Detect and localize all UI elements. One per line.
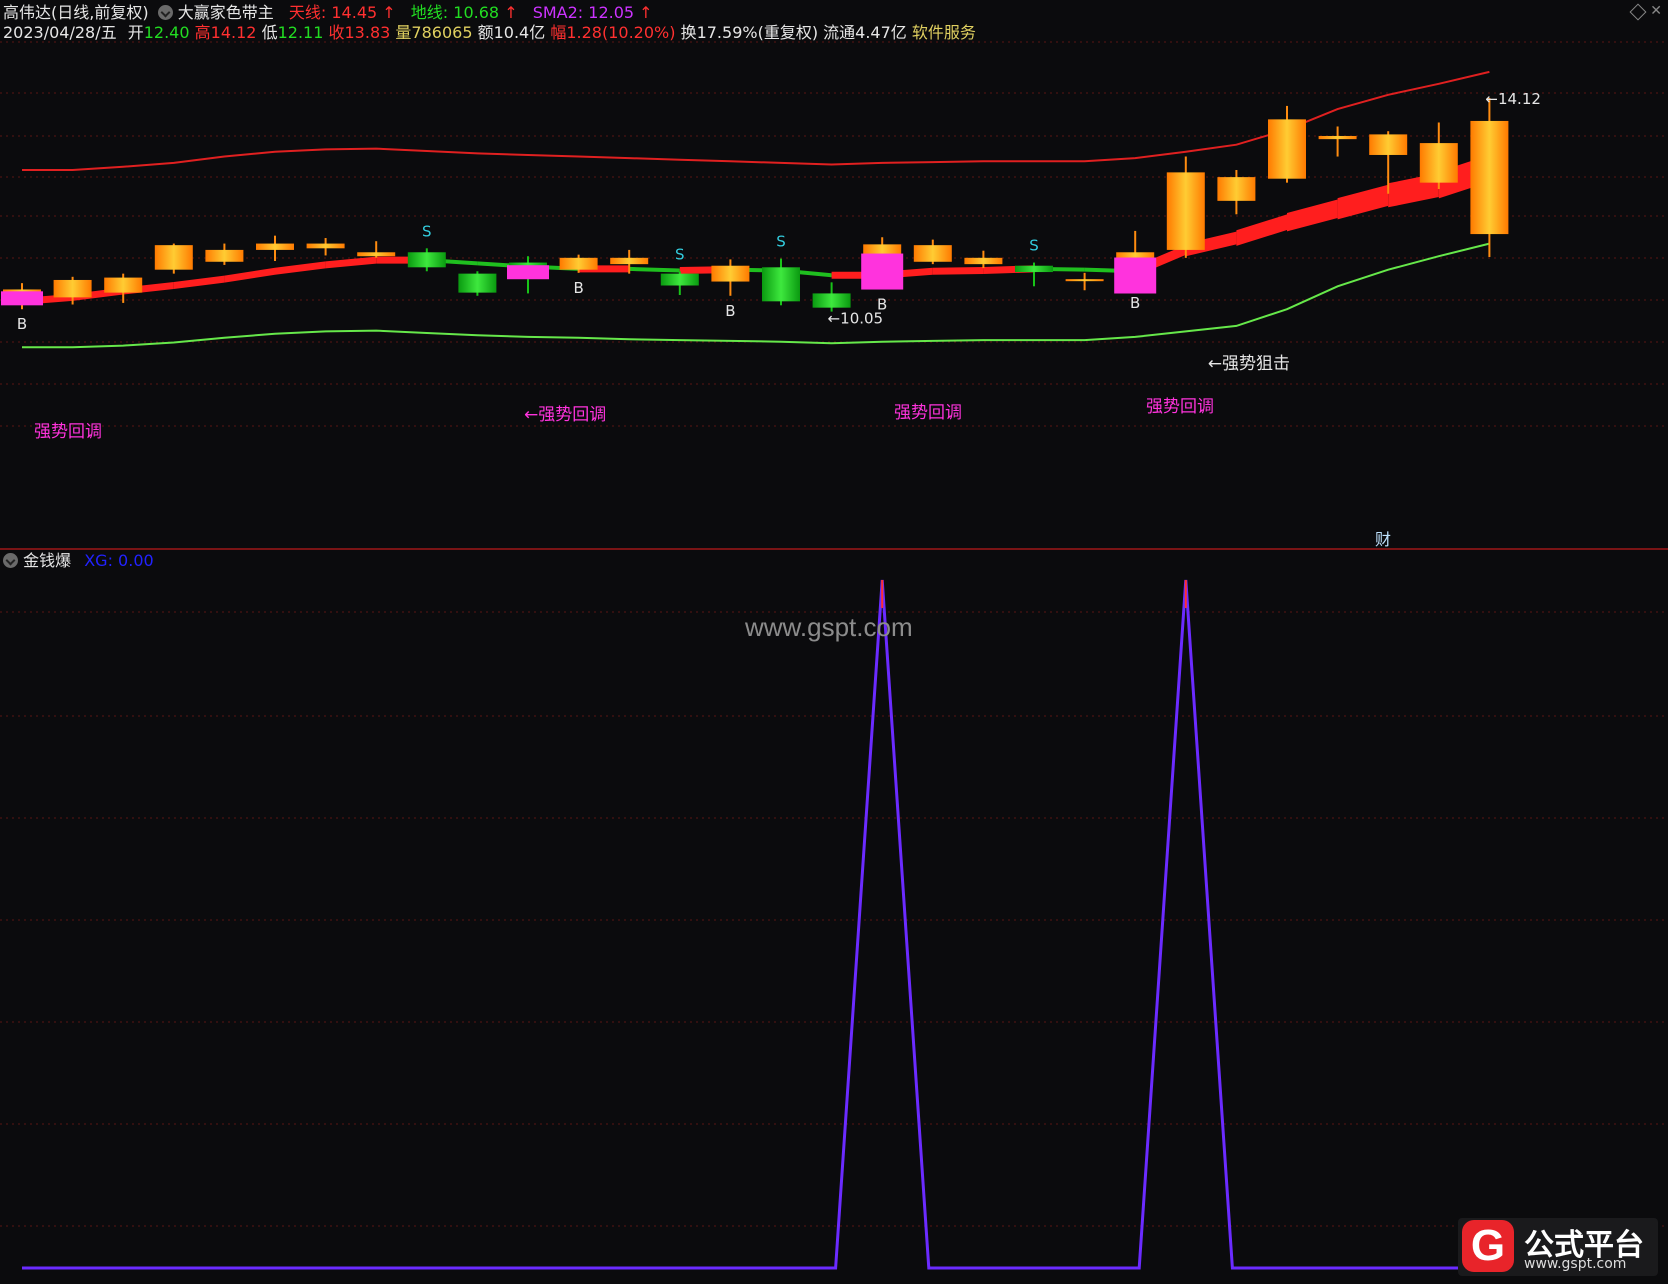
up-arrow-icon: ↑ xyxy=(639,3,653,22)
chart-annotation: 强势回调 xyxy=(34,422,102,442)
chart-annotation: 财 xyxy=(1375,530,1391,549)
dropdown-icon[interactable] xyxy=(3,553,18,568)
high-value: 14.12 xyxy=(210,23,257,42)
up-arrow-icon: ↑ xyxy=(504,3,518,22)
chart-annotation: S xyxy=(1029,237,1039,255)
chart-annotation: ←强势狙击 xyxy=(1208,354,1290,374)
candle-body xyxy=(1369,134,1408,155)
indicator-header: 金钱爆 XG: 0.00 xyxy=(3,551,154,571)
volume-value: 786065 xyxy=(411,23,473,42)
range-label: 幅 xyxy=(550,23,567,42)
stock-title: 高伟达(日线,前复权) xyxy=(3,3,149,22)
candle-body xyxy=(1470,120,1509,235)
sma2-ribbon-segment xyxy=(173,275,225,290)
chart-annotation: 强势回调 xyxy=(1146,397,1214,417)
candle-body xyxy=(711,265,750,282)
turnover-value: 换17.59%(重复权) xyxy=(680,23,819,42)
candle-body xyxy=(104,277,143,293)
candle-body xyxy=(1268,119,1306,179)
sma2-label: SMA2: xyxy=(532,3,584,22)
sma2-ribbon-segment xyxy=(325,256,377,269)
candle-body xyxy=(660,273,699,286)
chart-annotation: ←14.12 xyxy=(1485,90,1541,108)
sma2-ribbon-segment xyxy=(932,266,984,275)
close-icon[interactable]: ✕ xyxy=(1650,3,1662,19)
tianxian-label: 天线: xyxy=(288,3,327,22)
indicator-title: 金钱爆 xyxy=(23,551,72,570)
signal-box xyxy=(1,291,43,306)
candle-body xyxy=(1419,143,1458,183)
open-value: 12.40 xyxy=(143,23,190,42)
sma2-ribbon-segment xyxy=(275,261,326,275)
candle-body xyxy=(812,293,851,308)
chart-annotation: ←强势回调 xyxy=(524,405,606,425)
site-logo: G 公式平台 www.gspt.com xyxy=(1458,1218,1658,1276)
chart-annotation: B xyxy=(1130,294,1140,312)
chart-annotation: S xyxy=(675,245,685,263)
chart-annotation: S xyxy=(776,233,786,251)
chart-annotation: B xyxy=(725,302,735,320)
tianxian-value: 14.45 xyxy=(331,3,378,22)
sma2-ribbon-segment xyxy=(1337,184,1389,220)
chart-annotation: B xyxy=(17,315,27,333)
high-label: 高 xyxy=(194,23,211,42)
dixian-value: 10.68 xyxy=(453,3,500,22)
watermark: www.gspt.com xyxy=(745,612,913,642)
candle-body xyxy=(610,257,649,265)
logo-mark: G xyxy=(1462,1220,1514,1272)
low-value: 12.11 xyxy=(277,23,324,42)
candle-body xyxy=(53,279,92,298)
low-label: 低 xyxy=(261,23,278,42)
indicator-name: 大赢家色带主 xyxy=(177,3,274,22)
industry-value: 软件服务 xyxy=(911,23,976,42)
close-value: 13.83 xyxy=(344,23,391,42)
candle-body xyxy=(357,252,396,257)
float-cap-value: 流通4.47亿 xyxy=(823,23,907,42)
candle-body xyxy=(1217,177,1256,201)
dropdown-icon[interactable] xyxy=(157,5,173,20)
sma2-ribbon-segment xyxy=(1287,199,1338,232)
chart-annotation: ←10.05 xyxy=(828,310,884,328)
chart-annotation: S xyxy=(422,222,432,240)
date-value: 2023/04/28/五 xyxy=(3,23,117,42)
chart-annotation: B xyxy=(573,279,583,297)
candle-body xyxy=(1166,172,1205,250)
main-header-row1: 高伟达(日线,前复权) 大赢家色带主 天线: 14.45 ↑ 地线: 10.68… xyxy=(3,3,653,23)
open-label: 开 xyxy=(127,23,144,42)
candle-body xyxy=(306,243,345,249)
candle-body xyxy=(154,245,193,270)
range-value: 1.28(10.20%) xyxy=(566,23,676,42)
xg-label: XG: xyxy=(84,551,113,570)
xg-line xyxy=(22,579,1490,1270)
signal-box xyxy=(507,265,549,280)
volume-label: 量 xyxy=(395,23,412,42)
chart-annotation: 强势回调 xyxy=(894,403,962,423)
sma2-ribbon-segment xyxy=(224,267,275,283)
candle-body xyxy=(559,257,598,270)
candle-body xyxy=(762,267,800,302)
amount-value: 额10.4亿 xyxy=(477,23,546,42)
main-header-row2: 2023/04/28/五 开12.40 高14.12 低12.11 收13.83… xyxy=(3,23,976,43)
logo-url: www.gspt.com xyxy=(1524,1256,1627,1272)
candle-body xyxy=(1318,135,1357,140)
sma2-ribbon-segment xyxy=(629,266,680,273)
signal-box xyxy=(861,253,904,290)
dixian-label: 地线: xyxy=(410,3,449,22)
up-arrow-icon: ↑ xyxy=(382,3,396,22)
xg-value: 0.00 xyxy=(118,551,154,570)
candle-body xyxy=(964,257,1003,265)
close-label: 收 xyxy=(328,23,345,42)
signal-box xyxy=(1114,257,1157,294)
candle-body xyxy=(458,273,497,293)
sma2-ribbon-segment xyxy=(1236,214,1287,246)
candle-body xyxy=(913,245,952,262)
candle-body xyxy=(1065,279,1104,282)
candle-body xyxy=(256,243,294,250)
candle-body xyxy=(407,252,446,268)
candle-body xyxy=(205,249,244,262)
candle-body xyxy=(1015,265,1053,273)
sma2-value: 12.05 xyxy=(588,3,635,22)
chart-window: S S S S B B B B B 强势回调 ←强势回调 ←10.05 强势回调 ←强势狙击 强势回调 ←14… xyxy=(0,0,1668,1280)
